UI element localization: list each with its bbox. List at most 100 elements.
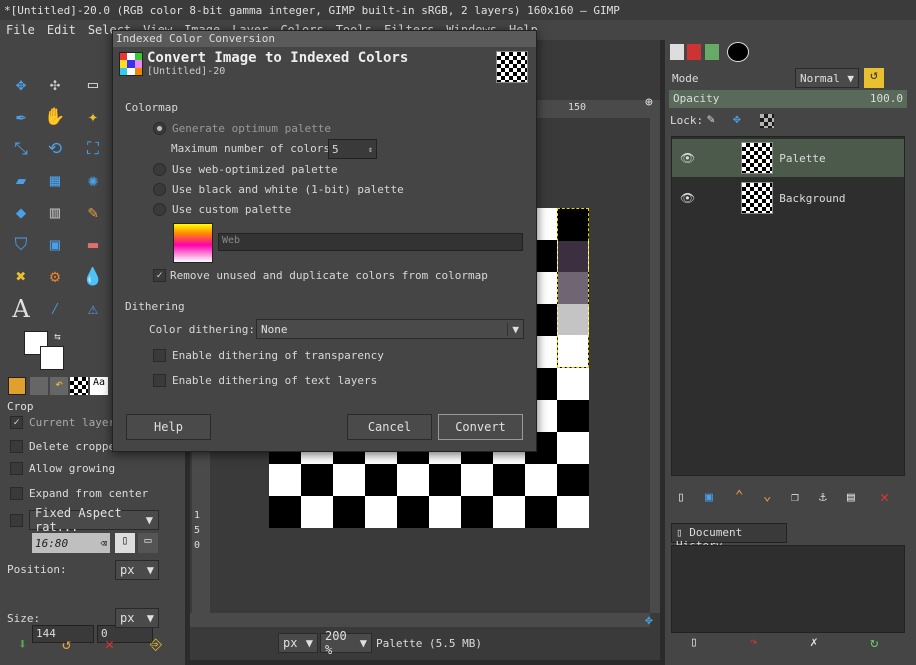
device-status-tab-icon[interactable] xyxy=(30,377,48,395)
navigate-icon[interactable]: ✥ xyxy=(645,613,653,628)
menu-file[interactable]: File xyxy=(0,20,41,40)
undo-history-icon[interactable]: ▯ xyxy=(690,635,698,650)
mode-select[interactable]: Normal ▼ xyxy=(795,68,859,88)
opacity-slider[interactable]: Opacity 100.0 xyxy=(669,90,907,108)
convert-button[interactable]: Convert xyxy=(438,414,523,440)
max-colors-spinner[interactable]: 5 ⇕ xyxy=(328,139,377,159)
text-tool-icon[interactable]: A xyxy=(8,295,34,323)
remove-unused-checkbox[interactable]: ✓ Remove unused and duplicate colors from… xyxy=(153,269,488,282)
warp-tool-icon[interactable]: ✺ xyxy=(80,168,106,194)
mask-layer-icon[interactable]: ▤ xyxy=(847,490,855,505)
max-colors-label: Maximum number of colors: xyxy=(171,142,337,155)
rect-select-icon[interactable]: ▭ xyxy=(80,72,106,98)
size-unit-select[interactable]: px ▼ xyxy=(115,608,159,628)
ruler-mark: 150 xyxy=(568,102,587,113)
dither-transparency-checkbox[interactable]: Enable dithering of transparency xyxy=(153,349,384,362)
lock-paint-icon[interactable]: ✎ xyxy=(707,112,715,127)
transform-tool-icon[interactable]: ⤡ xyxy=(8,136,34,162)
swap-colors-icon[interactable]: ⇆ xyxy=(54,330,61,343)
restore-options-icon[interactable]: ↺ xyxy=(62,635,71,653)
aspect-value-input[interactable]: 16:80 ⌫ xyxy=(32,533,110,553)
tool-options-tab-icon[interactable] xyxy=(8,377,26,395)
crop-tool-icon[interactable]: ⛶ xyxy=(80,136,106,162)
vertical-scrollbar[interactable] xyxy=(650,100,660,613)
delete-cropped-option[interactable]: Delete cropped xyxy=(10,440,122,453)
duplicate-layer-icon[interactable]: ❐ xyxy=(791,490,799,505)
grid-tool-icon[interactable]: ▦ xyxy=(42,168,68,194)
layers-tab-icon[interactable] xyxy=(670,44,684,60)
new-layer-icon[interactable]: ▯ xyxy=(677,490,685,505)
eraser-icon[interactable]: ▬ xyxy=(80,232,106,258)
history-tab[interactable]: ▯ Document History xyxy=(671,523,787,552)
mode-label: Mode xyxy=(672,72,699,85)
delete-layer-icon[interactable]: ✕ xyxy=(880,488,889,506)
brushes-tab-icon[interactable] xyxy=(727,42,749,62)
black-white-radio[interactable]: Use black and white (1-bit) palette xyxy=(153,183,404,196)
expand-from-center-option[interactable]: Expand from center xyxy=(10,487,148,500)
lower-layer-icon[interactable]: ⌄ xyxy=(763,488,771,504)
horizontal-scrollbar[interactable] xyxy=(190,613,650,627)
blur-tool-icon[interactable]: 💧 xyxy=(80,264,106,290)
zoom-select[interactable]: 200 % ▼ xyxy=(320,629,372,657)
image-tool-icon[interactable]: ▣ xyxy=(42,232,68,258)
layer-row-palette[interactable]: 👁 Palette xyxy=(672,139,904,177)
perspective-tool-icon[interactable]: ▰ xyxy=(8,168,34,194)
palette-swatch-button[interactable] xyxy=(173,223,213,263)
magic-wand-icon[interactable]: ✦ xyxy=(80,104,106,130)
bucket-fill-icon[interactable]: ◆ xyxy=(8,200,34,226)
clear-history-icon[interactable]: ✗ xyxy=(810,635,818,650)
color-picker-icon[interactable]: ⁄ xyxy=(42,296,68,322)
landscape-icon[interactable]: ▭ xyxy=(138,533,158,553)
zoom-to-fit-icon[interactable]: ⊕ xyxy=(645,95,653,110)
custom-palette-radio[interactable]: Use custom palette xyxy=(153,203,291,216)
generate-optimum-radio[interactable]: Generate optimum palette xyxy=(153,122,331,135)
rotate-tool-icon[interactable]: ⟲ xyxy=(42,136,68,162)
align-tool-icon[interactable]: ✣ xyxy=(42,72,68,98)
position-unit-select[interactable]: px ▼ xyxy=(115,560,159,580)
raise-layer-icon[interactable]: ⌃ xyxy=(735,488,743,504)
dither-text-checkbox[interactable]: Enable dithering of text layers xyxy=(153,374,377,387)
gradient-tool-icon[interactable]: ▥ xyxy=(42,200,68,226)
palette-layer[interactable] xyxy=(557,208,589,368)
layer-thumbnail xyxy=(741,182,774,214)
refresh-history-icon[interactable]: ↻ xyxy=(870,635,878,651)
current-layer-option[interactable]: ✓ Current layer xyxy=(10,416,115,429)
status-text: Palette (5.5 MB) xyxy=(376,637,482,650)
palette-name-input[interactable]: Web xyxy=(218,233,523,251)
fuzzy-select-icon[interactable]: ✋ xyxy=(42,104,68,130)
paintbrush-icon[interactable]: ✎ xyxy=(80,200,106,226)
paths-tool-icon[interactable]: ✒ xyxy=(8,104,34,130)
help-button[interactable]: Help xyxy=(126,414,211,440)
pattern-tab-icon[interactable] xyxy=(70,377,88,395)
redo-history-icon[interactable]: ↷ xyxy=(750,635,758,650)
mode-reset-icon[interactable]: ↺ xyxy=(864,68,884,88)
color-dithering-select[interactable]: None ▼ xyxy=(256,319,524,339)
portrait-icon[interactable]: ▯ xyxy=(115,533,135,553)
layer-row-background[interactable]: 👁 Background xyxy=(672,179,904,217)
font-tab-icon[interactable]: Aa xyxy=(90,377,108,395)
cancel-button[interactable]: Cancel xyxy=(347,414,432,440)
menu-edit[interactable]: Edit xyxy=(41,20,82,40)
move-tool-icon[interactable]: ✥ xyxy=(8,72,34,98)
allow-growing-option[interactable]: Allow growing xyxy=(10,462,115,475)
save-options-icon[interactable]: ⬇ xyxy=(18,635,27,653)
reset-options-icon[interactable]: ⎆ xyxy=(150,635,162,653)
lock-alpha-icon[interactable] xyxy=(760,114,774,128)
visibility-eye-icon[interactable]: 👁 xyxy=(680,151,695,165)
fixed-aspect-option[interactable]: Fixed Aspect rat... ▼ xyxy=(10,506,159,534)
measure-tool-icon[interactable]: ⚠ xyxy=(80,296,106,322)
new-group-icon[interactable]: ▣ xyxy=(705,490,713,505)
paths-tab-icon[interactable] xyxy=(705,44,719,60)
delete-options-icon[interactable]: ✕ xyxy=(105,635,114,653)
heal-tool-icon[interactable]: ✖ xyxy=(8,264,34,290)
background-color[interactable] xyxy=(40,346,64,370)
lock-position-icon[interactable]: ✥ xyxy=(733,112,741,127)
undo-tab-icon[interactable]: ↶ xyxy=(50,377,68,395)
unit-select[interactable]: px ▼ xyxy=(278,633,318,653)
web-optimized-radio[interactable]: Use web-optimized palette xyxy=(153,163,338,176)
anchor-layer-icon[interactable]: ⚓ xyxy=(819,490,827,505)
channels-tab-icon[interactable] xyxy=(687,44,701,60)
smudge-tool-icon[interactable]: ⚙ xyxy=(42,264,68,290)
visibility-eye-icon[interactable]: 👁 xyxy=(680,191,695,205)
clone-tool-icon[interactable]: ⛉ xyxy=(8,232,34,258)
